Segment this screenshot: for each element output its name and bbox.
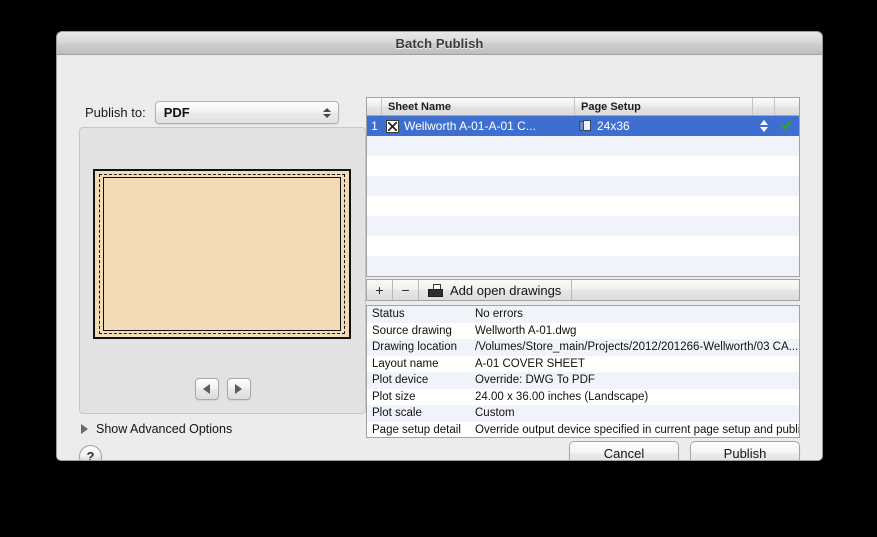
row-page-setup-cell[interactable]: 24x36 (575, 119, 753, 133)
arrow-left-icon (203, 384, 210, 394)
column-header-index[interactable] (367, 98, 382, 115)
arrow-right-icon (235, 384, 242, 394)
batch-publish-dialog: Batch Publish Publish to: PDF Sheet Name… (56, 31, 823, 461)
detail-row: Plot scale Custom (367, 405, 799, 422)
table-row-empty[interactable] (367, 176, 799, 196)
detail-value: 24.00 x 36.00 inches (Landscape) (475, 390, 649, 403)
table-row-empty[interactable] (367, 136, 799, 156)
table-row-empty[interactable] (367, 236, 799, 256)
detail-key: Page setup detail (372, 423, 461, 436)
column-header-blank-1[interactable] (753, 98, 775, 115)
paper-preview (93, 169, 351, 339)
stepper-updown-icon (760, 120, 768, 132)
detail-value: Override: DWG To PDF (475, 374, 595, 387)
table-row-empty[interactable] (367, 196, 799, 216)
add-open-drawings-label: Add open drawings (450, 282, 562, 298)
paper-margin-dashed (99, 174, 345, 334)
table-row-empty[interactable] (367, 156, 799, 176)
publish-button[interactable]: Publish (690, 441, 800, 460)
preview-prev-button[interactable] (194, 378, 219, 400)
chevron-updown-icon (322, 107, 331, 118)
detail-key: Plot scale (372, 407, 422, 420)
sheet-list-header: Sheet Name Page Setup (367, 98, 799, 116)
cancel-button[interactable]: Cancel (569, 441, 679, 460)
detail-value: A-01 COVER SHEET (475, 357, 585, 370)
detail-row: Plot device Override: DWG To PDF (367, 372, 799, 389)
disclosure-triangle-icon (81, 424, 88, 434)
add-open-drawings-button[interactable]: Add open drawings (419, 280, 573, 300)
sheet-preview-panel (79, 127, 366, 414)
table-row[interactable]: 1 Wellworth A-01-A-01 C... 24x36 ✔ (367, 116, 799, 136)
row-page-setup-stepper[interactable] (753, 120, 775, 132)
publish-to-label: Publish to: (85, 105, 146, 120)
row-status-cell: ✔ (775, 119, 799, 134)
window-titlebar: Batch Publish (57, 32, 822, 55)
table-row-empty[interactable] (367, 216, 799, 236)
add-sheet-button[interactable]: + (367, 280, 393, 300)
detail-value: Wellworth A-01.dwg (475, 324, 577, 337)
detail-key: Plot size (372, 390, 416, 403)
sheet-list-rows: 1 Wellworth A-01-A-01 C... 24x36 ✔ (367, 116, 799, 276)
remove-sheet-button[interactable]: − (393, 280, 419, 300)
detail-value: Override output device specified in curr… (475, 423, 799, 436)
row-index: 1 (371, 119, 378, 133)
row-page-setup-text: 24x36 (597, 119, 630, 133)
publish-to-select[interactable]: PDF (154, 101, 339, 124)
column-header-sheet-name[interactable]: Sheet Name (382, 98, 575, 115)
row-sheet-name-cell[interactable]: Wellworth A-01-A-01 C... (382, 119, 575, 133)
detail-row: Plot size 24.00 x 36.00 inches (Landscap… (367, 388, 799, 405)
detail-row: Page setup detail Override output device… (367, 421, 799, 437)
detail-row: Status No errors (367, 306, 799, 323)
dialog-action-buttons: Cancel Publish (569, 441, 800, 460)
row-sheet-name-text: Wellworth A-01-A-01 C... (404, 119, 536, 133)
sheet-list[interactable]: Sheet Name Page Setup 1 Wellworth A-01-A… (366, 97, 800, 277)
checkmark-icon: ✔ (780, 117, 794, 135)
column-header-blank-2[interactable] (775, 98, 799, 115)
detail-key: Source drawing (372, 324, 452, 337)
detail-row: Layout name A-01 COVER SHEET (367, 355, 799, 372)
paper-margin-solid (103, 177, 341, 331)
layout-sheet-icon (386, 119, 399, 133)
help-button[interactable]: ? (79, 445, 102, 460)
publish-to-row: Publish to: PDF (85, 101, 339, 124)
drawer-icon (428, 283, 443, 297)
detail-key: Layout name (372, 357, 439, 370)
detail-key: Status (372, 308, 405, 321)
detail-key: Plot device (372, 374, 429, 387)
column-header-page-setup[interactable]: Page Setup (575, 98, 753, 115)
detail-value: No errors (475, 308, 523, 321)
detail-key: Drawing location (372, 341, 458, 354)
detail-value: /Volumes/Store_main/Projects/2012/201266… (475, 341, 799, 354)
screen-root: Batch Publish Publish to: PDF Sheet Name… (0, 0, 877, 537)
detail-value: Custom (475, 407, 515, 420)
page-setup-icon (579, 119, 592, 133)
preview-nav-buttons (80, 378, 365, 400)
show-advanced-options-label: Show Advanced Options (96, 422, 233, 436)
dialog-body: Publish to: PDF Sheet Name Page Setup 1 … (57, 55, 822, 460)
sheet-list-toolbar: + − Add open drawings (366, 279, 800, 301)
window-title: Batch Publish (395, 35, 484, 51)
detail-row: Source drawing Wellworth A-01.dwg (367, 322, 799, 339)
detail-row: Drawing location /Volumes/Store_main/Pro… (367, 339, 799, 356)
table-row-empty[interactable] (367, 256, 799, 276)
publish-to-value: PDF (163, 105, 190, 120)
show-advanced-options-toggle[interactable]: Show Advanced Options (81, 422, 232, 436)
preview-next-button[interactable] (226, 378, 251, 400)
sheet-detail-table: Status No errors Source drawing Wellwort… (366, 305, 800, 438)
